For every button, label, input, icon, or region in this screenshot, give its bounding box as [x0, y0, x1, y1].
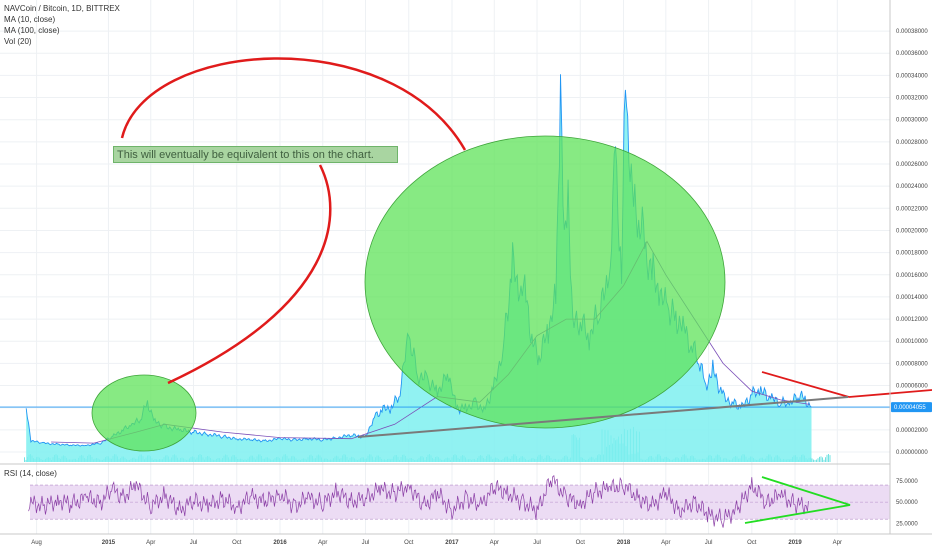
- volume-bar: [828, 454, 829, 462]
- volume-bar: [819, 456, 820, 462]
- price-tick-label: 0.00024000: [896, 184, 928, 190]
- volume-bar: [829, 455, 831, 462]
- price-tick-label: 0.00020000: [896, 228, 928, 234]
- price-tick-label: 0.00016000: [896, 273, 928, 279]
- ma10-label[interactable]: MA (10, close): [4, 15, 55, 24]
- volume-bar: [817, 458, 819, 462]
- time-tick-label: Jul: [190, 540, 198, 546]
- time-tick-label: Jul: [705, 540, 713, 546]
- time-tick-label: Apr: [490, 540, 499, 546]
- time-tick-label: 2019: [788, 540, 802, 546]
- time-tick-label: Oct: [576, 540, 586, 546]
- annotation-callout[interactable]: This will eventually be equivalent to th…: [113, 146, 398, 163]
- price-tick-label: 0.00026000: [896, 162, 928, 168]
- rsi-tick-label: 25.0000: [896, 521, 918, 527]
- volume-bar: [814, 459, 816, 462]
- time-tick-label: Oct: [747, 540, 757, 546]
- price-tick-label: 0.00000000: [896, 450, 928, 456]
- rsi-label[interactable]: RSI (14, close): [4, 469, 57, 478]
- price-tick-label: 0.00018000: [896, 251, 928, 257]
- time-tick-label: 2015: [102, 540, 116, 546]
- time-tick-label: Aug: [31, 540, 42, 546]
- price-tick-label: 0.00028000: [896, 140, 928, 146]
- time-tick-label: Jul: [362, 540, 370, 546]
- volume-bar: [816, 459, 817, 462]
- rsi-tick-label: 75.0000: [896, 479, 918, 485]
- time-tick-label: Apr: [661, 540, 670, 546]
- price-tick-label: 0.00014000: [896, 295, 928, 301]
- volume-bar: [811, 458, 813, 462]
- small-highlight-ellipse: [91, 374, 197, 452]
- price-tick-label: 0.00010000: [896, 339, 928, 345]
- volume-bar: [822, 457, 823, 462]
- volume-bar: [826, 454, 828, 462]
- time-tick-label: Jul: [533, 540, 541, 546]
- price-tick-label: 0.00008000: [896, 361, 928, 367]
- price-badge-text: 0.00004055: [894, 405, 926, 411]
- time-tick-label: Oct: [232, 540, 242, 546]
- volume-bar: [825, 457, 826, 462]
- price-tick-label: 0.00032000: [896, 96, 928, 102]
- volume-bar: [823, 459, 825, 462]
- price-tick-label: 0.00034000: [896, 73, 928, 79]
- symbol-title[interactable]: NAVCoin / Bitcoin, 1D, BITTREX: [4, 4, 120, 13]
- volume-bar: [813, 459, 814, 462]
- price-tick-label: 0.00030000: [896, 118, 928, 124]
- ma100-label[interactable]: MA (100, close): [4, 26, 60, 35]
- price-tick-label: 0.00012000: [896, 317, 928, 323]
- vol-label[interactable]: Vol (20): [4, 37, 32, 46]
- large-highlight-ellipse: [364, 135, 726, 429]
- price-tick-label: 0.00036000: [896, 51, 928, 57]
- price-tick-label: 0.00002000: [896, 428, 928, 434]
- chart-canvas: 0.000000000.000020000.000040000.00006000…: [0, 0, 932, 550]
- time-tick-label: Apr: [146, 540, 155, 546]
- time-tick-label: Apr: [833, 540, 842, 546]
- volume-bar: [24, 457, 25, 462]
- rsi-tick-label: 50.0000: [896, 500, 918, 506]
- time-tick-label: 2017: [445, 540, 459, 546]
- price-tick-label: 0.00022000: [896, 206, 928, 212]
- price-tick-label: 0.00038000: [896, 29, 928, 35]
- time-tick-label: 2016: [273, 540, 287, 546]
- volume-bar: [820, 456, 822, 462]
- time-tick-label: 2018: [617, 540, 631, 546]
- price-tick-label: 0.00006000: [896, 384, 928, 390]
- time-tick-label: Oct: [404, 540, 414, 546]
- current-price-badge: 0.00004055: [891, 402, 932, 413]
- time-tick-label: Apr: [318, 540, 327, 546]
